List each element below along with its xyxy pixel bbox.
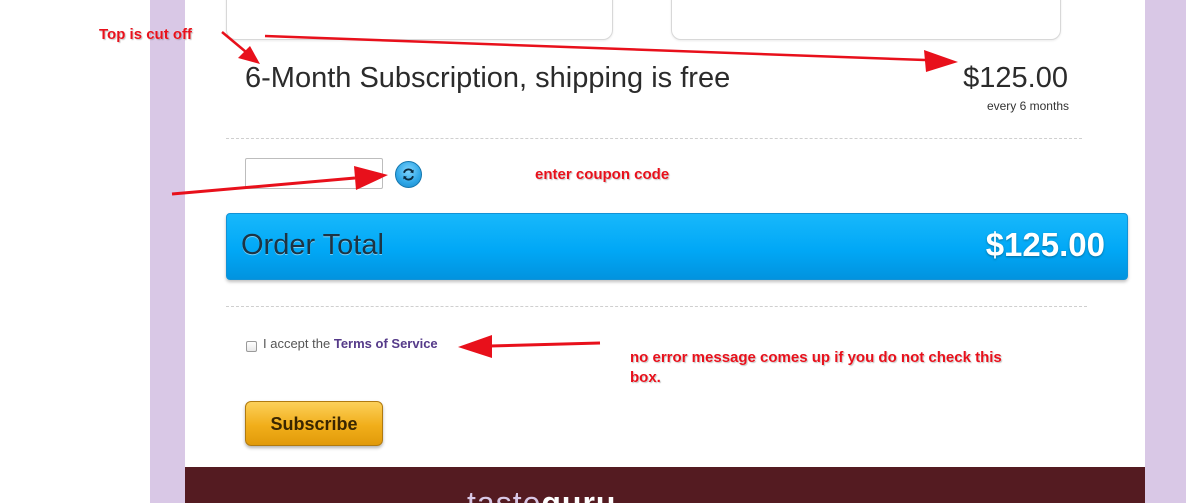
- annotation-error-message: no error message comes up if you do not …: [630, 348, 1002, 388]
- arrow-head: [924, 50, 958, 72]
- annotation-line: box.: [630, 369, 661, 386]
- annotation-line: no error message comes up if you do not …: [630, 349, 1002, 366]
- arrow-shaft: [489, 341, 601, 348]
- annotation-top-cut-off: Top is cut off: [99, 26, 193, 43]
- arrow-shaft: [171, 176, 356, 196]
- arrow-shaft: [221, 31, 247, 53]
- annotation-arrows: [171, 31, 958, 358]
- annotation-coupon: enter coupon code: [535, 166, 670, 183]
- arrow-head: [458, 335, 492, 358]
- arrow-head: [354, 166, 388, 190]
- arrow-shaft: [264, 34, 926, 62]
